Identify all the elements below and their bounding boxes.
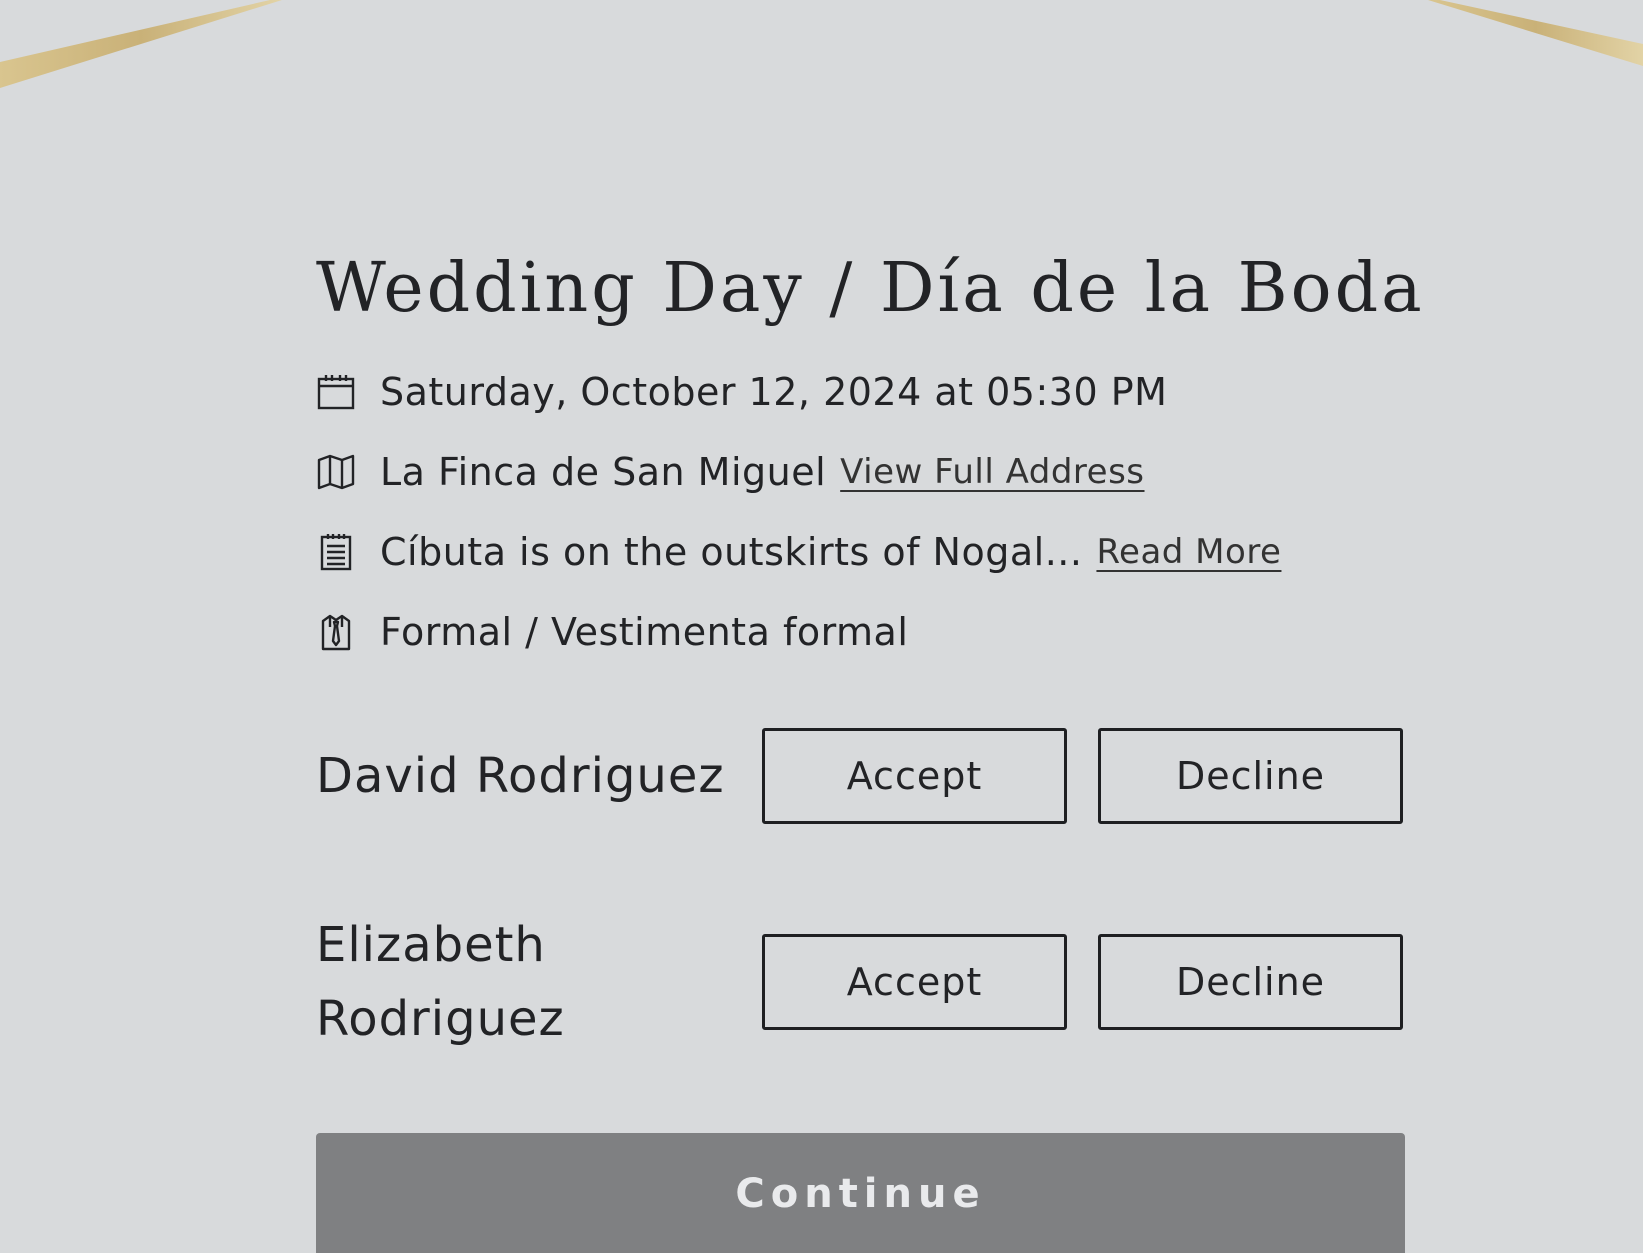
event-dress-code: Formal / Vestimenta formal	[380, 609, 909, 654]
event-venue: La Finca de San Miguel	[380, 449, 827, 494]
guest-row: David Rodriguez Accept Decline	[316, 727, 1406, 824]
guest-name: Elizabeth Rodriguez	[316, 916, 565, 1047]
accept-button[interactable]: Accept	[762, 933, 1067, 1030]
decline-button[interactable]: Decline	[1098, 933, 1403, 1030]
continue-button[interactable]: Continue	[316, 1133, 1405, 1253]
event-description-row: Cíbuta is on the outskirts of Nogal... R…	[316, 512, 1406, 592]
event-date-row: Saturday, October 12, 2024 at 05:30 PM	[316, 352, 1406, 432]
shirt-tie-icon	[316, 612, 356, 652]
event-dress-code-row: Formal / Vestimenta formal	[316, 592, 1406, 672]
map-icon	[316, 452, 356, 492]
event-venue-row: La Finca de San Miguel View Full Address	[316, 432, 1406, 512]
notepad-icon	[316, 532, 356, 572]
event-datetime: Saturday, October 12, 2024 at 05:30 PM	[380, 369, 1168, 414]
read-more-link[interactable]: Read More	[1096, 532, 1281, 572]
calendar-icon	[316, 372, 356, 412]
guest-name: David Rodriguez	[316, 747, 725, 804]
view-full-address-link[interactable]: View Full Address	[840, 452, 1144, 492]
event-title: Wedding Day / Día de la Boda	[316, 249, 1425, 328]
decline-button[interactable]: Decline	[1098, 727, 1403, 824]
guest-row: Elizabeth Rodriguez Accept Decline	[316, 908, 1406, 1056]
gold-foil-decoration	[0, 0, 1643, 88]
event-description: Cíbuta is on the outskirts of Nogal...	[380, 529, 1083, 574]
accept-button[interactable]: Accept	[762, 727, 1067, 824]
event-details-card: Wedding Day / Día de la Boda Saturday, O…	[316, 248, 1425, 1140]
guest-list: David Rodriguez Accept Decline Elizabeth…	[316, 727, 1406, 1056]
